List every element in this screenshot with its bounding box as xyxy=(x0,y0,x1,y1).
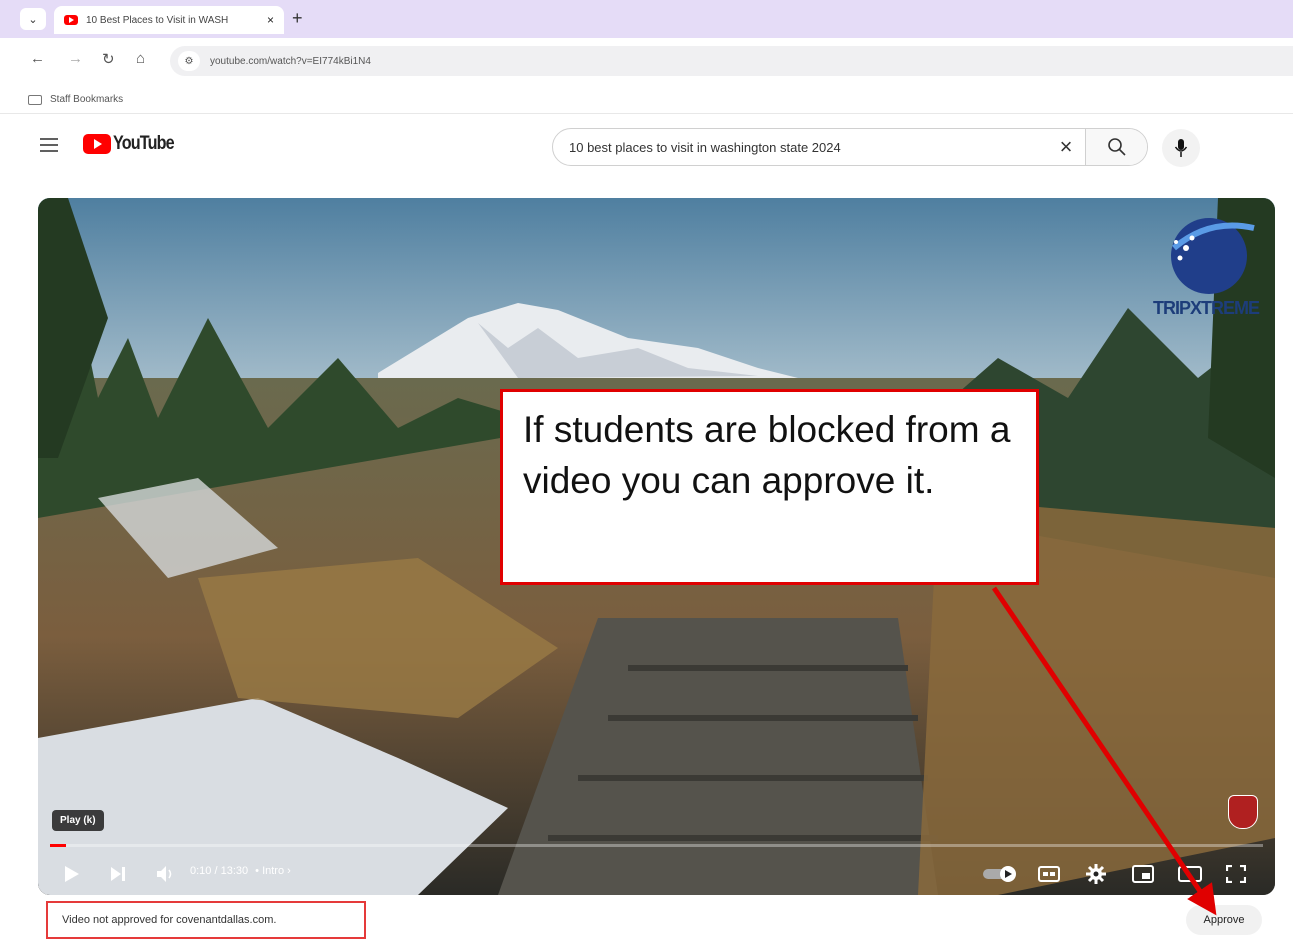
site-info-icon[interactable]: ⚙ xyxy=(178,51,200,71)
back-icon[interactable]: ← xyxy=(30,50,45,67)
tab-close-icon[interactable]: × xyxy=(267,13,274,27)
youtube-logo-text: YouTube xyxy=(113,133,175,154)
time-display: 0:10 / 13:30 • Intro › xyxy=(190,865,291,877)
player-controls: 0:10 / 13:30 • Intro › xyxy=(38,853,1275,893)
play-icon[interactable] xyxy=(64,865,80,883)
voice-search-button[interactable] xyxy=(1162,129,1200,167)
chapter-button[interactable]: • Intro › xyxy=(255,865,291,877)
bookmark-folder-staff[interactable]: Staff Bookmarks xyxy=(50,94,123,105)
microphone-icon xyxy=(1174,139,1188,157)
channel-badge-icon xyxy=(1228,795,1258,829)
play-tooltip: Play (k) xyxy=(52,810,104,831)
tab-search-icon[interactable]: ⌄ xyxy=(20,8,46,30)
approve-button-label: Approve xyxy=(1203,914,1245,926)
browser-tab[interactable]: 10 Best Places to Visit in WASH × xyxy=(54,6,284,34)
time-text: 0:10 / 13:30 xyxy=(190,865,249,877)
search-button[interactable] xyxy=(1085,129,1147,165)
youtube-favicon-icon xyxy=(64,15,78,25)
bookmarks-bar: Staff Bookmarks xyxy=(0,86,1293,114)
forward-icon[interactable]: → xyxy=(68,50,83,67)
navigation-bar: ← → ↻ ⌂ ⚙ youtube.com/watch?v=EI774kBi1N… xyxy=(0,38,1293,84)
url-text: youtube.com/watch?v=EI774kBi1N4 xyxy=(210,55,371,67)
clear-search-icon[interactable]: × xyxy=(1047,134,1085,160)
theater-mode-icon[interactable] xyxy=(1178,865,1202,883)
annotation-callout-text: If students are blocked from a video you… xyxy=(523,409,1011,501)
video-not-approved-message: Video not approved for covenantdallas.co… xyxy=(46,901,366,939)
home-icon[interactable]: ⌂ xyxy=(136,50,145,67)
progress-fill xyxy=(50,844,66,847)
tab-title: 10 Best Places to Visit in WASH xyxy=(86,14,229,26)
progress-bar[interactable] xyxy=(50,844,1263,847)
youtube-logo[interactable]: YouTube xyxy=(83,133,184,155)
new-tab-button[interactable]: + xyxy=(292,8,303,29)
reload-icon[interactable]: ↻ xyxy=(102,50,115,68)
watermark-text: TRIPXTREME xyxy=(1153,298,1260,318)
fullscreen-icon[interactable] xyxy=(1226,865,1246,883)
hamburger-menu-icon[interactable] xyxy=(40,138,58,152)
address-bar[interactable]: ⚙ youtube.com/watch?v=EI774kBi1N4 xyxy=(170,46,1293,76)
approve-button[interactable]: Approve xyxy=(1186,905,1262,935)
search-box: × xyxy=(552,128,1148,166)
annotation-callout: If students are blocked from a video you… xyxy=(500,389,1039,585)
autoplay-toggle-icon[interactable] xyxy=(982,865,1020,883)
not-approved-text: Video not approved for covenantdallas.co… xyxy=(62,914,277,926)
settings-gear-icon[interactable] xyxy=(1086,864,1106,884)
next-icon[interactable] xyxy=(110,866,126,882)
tab-strip: ⌄ 10 Best Places to Visit in WASH × + xyxy=(0,0,1293,38)
volume-icon[interactable] xyxy=(156,865,176,883)
captions-icon[interactable] xyxy=(1038,865,1060,883)
search-input[interactable] xyxy=(553,129,1047,165)
youtube-play-logo-icon xyxy=(83,134,111,154)
search-icon xyxy=(1107,138,1126,156)
miniplayer-icon[interactable] xyxy=(1132,865,1154,883)
folder-icon xyxy=(28,94,42,105)
